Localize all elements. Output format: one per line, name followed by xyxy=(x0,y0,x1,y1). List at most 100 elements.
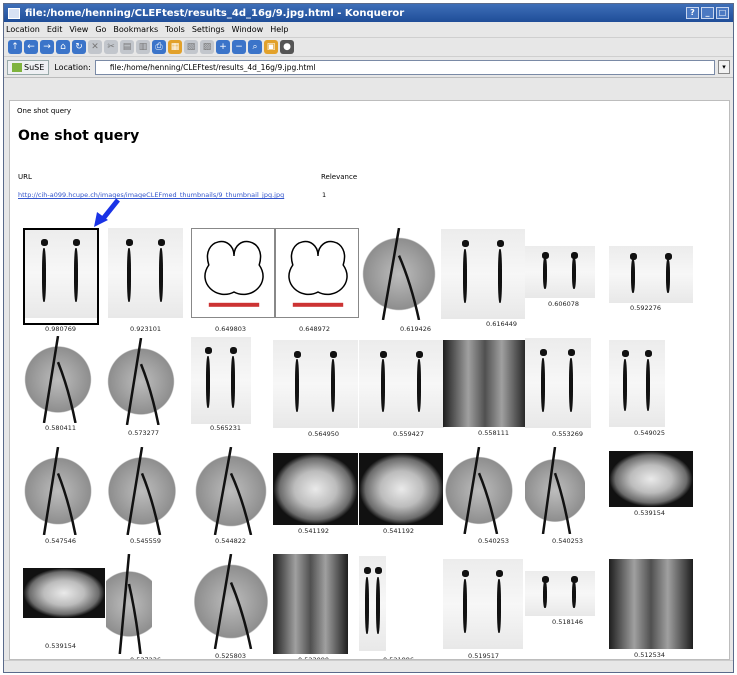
result-thumbnail-9[interactable] xyxy=(23,335,93,424)
konqueror-gear-icon[interactable]: ● xyxy=(280,40,294,54)
result-thumbnail-31[interactable] xyxy=(525,571,595,616)
reload-icon[interactable]: ↻ xyxy=(72,40,86,54)
suse-bookmark-button[interactable]: SuSE xyxy=(7,59,50,75)
result-thumbnail-30[interactable] xyxy=(443,559,523,649)
result-thumbnail-14[interactable] xyxy=(443,340,527,427)
result-thumbnail-21[interactable] xyxy=(359,453,444,525)
page-breadcrumb: One shot query xyxy=(17,107,72,115)
stop-icon[interactable]: ✕ xyxy=(88,40,102,54)
paste-icon[interactable]: ▥ xyxy=(136,40,150,54)
menu-location[interactable]: Location xyxy=(6,25,40,34)
result-thumbnail-18[interactable] xyxy=(106,446,178,536)
scan-body-mark xyxy=(416,359,421,413)
minimize-button[interactable]: _ xyxy=(701,7,714,19)
menu-view[interactable]: View xyxy=(69,25,88,34)
scan-body-mark xyxy=(542,257,547,289)
view-icon[interactable]: ▦ xyxy=(168,40,182,54)
zoom-out-icon[interactable]: − xyxy=(232,40,246,54)
result-thumbnail-13[interactable] xyxy=(359,340,444,428)
copy-icon[interactable]: ▤ xyxy=(120,40,134,54)
result-score-2: 0.923101 xyxy=(130,325,162,333)
result-score-21: 0.541192 xyxy=(383,527,415,535)
forward-icon[interactable]: → xyxy=(40,40,54,54)
lock-icon[interactable]: ▣ xyxy=(264,40,278,54)
result-thumbnail-4[interactable] xyxy=(275,228,359,318)
back-icon[interactable]: ← xyxy=(24,40,38,54)
url-input[interactable] xyxy=(94,59,715,75)
brain-diagram xyxy=(288,240,348,307)
query-image-link[interactable]: http://cih-a099.hcupe.ch/images/imageCLE… xyxy=(18,191,284,199)
result-score-11: 0.565231 xyxy=(210,424,242,432)
result-thumbnail-28[interactable] xyxy=(273,554,348,654)
up-icon[interactable]: ↑ xyxy=(8,40,22,54)
find-icon[interactable]: ⌕ xyxy=(248,40,262,54)
menu-edit[interactable]: Edit xyxy=(47,25,63,34)
vessel-lines xyxy=(118,553,142,655)
tree-view-icon[interactable]: ▧ xyxy=(184,40,198,54)
result-thumbnail-20[interactable] xyxy=(273,453,358,525)
result-thumbnail-19[interactable] xyxy=(191,446,271,536)
result-score-25: 0.539154 xyxy=(45,642,77,650)
cut-icon[interactable]: ✂ xyxy=(104,40,118,54)
scan-head-mark xyxy=(204,347,212,355)
result-thumbnail-10[interactable] xyxy=(106,337,176,426)
result-thumbnail-11[interactable] xyxy=(191,337,251,424)
vessel-lines xyxy=(213,446,253,536)
location-label: Location: xyxy=(54,62,91,72)
result-score-4: 0.648972 xyxy=(299,325,331,333)
vessel-lines xyxy=(125,337,160,426)
url-dropdown-button[interactable]: ▾ xyxy=(718,60,730,74)
query-relevance-value: 1 xyxy=(322,191,327,199)
brain-diagram xyxy=(204,240,264,307)
result-thumbnail-32[interactable] xyxy=(609,559,693,649)
result-thumbnail-12[interactable] xyxy=(273,340,358,428)
vessel-lines xyxy=(42,446,77,536)
page-title: One shot query xyxy=(18,128,140,144)
toolbar: ↑ ← → ⌂ ↻ ✕ ✂ ▤ ▥ ⎙ ▦ ▧ ▨ + − ⌕ ▣ ● xyxy=(4,38,733,57)
result-thumbnail-3[interactable] xyxy=(191,228,275,318)
result-thumbnail-5[interactable] xyxy=(359,227,439,321)
result-thumbnail-23[interactable] xyxy=(525,446,585,535)
result-score-16: 0.549025 xyxy=(634,429,666,437)
result-thumbnail-25[interactable] xyxy=(23,568,105,618)
menu-window[interactable]: Window xyxy=(232,25,264,34)
scan-body-mark xyxy=(646,359,651,412)
print-icon[interactable]: ⎙ xyxy=(152,40,166,54)
result-thumbnail-7[interactable] xyxy=(525,246,595,298)
result-thumbnail-29[interactable] xyxy=(359,556,386,651)
result-thumbnail-6[interactable] xyxy=(441,229,525,319)
result-score-22: 0.540253 xyxy=(478,537,510,545)
result-score-17: 0.547546 xyxy=(45,537,77,545)
scan-body-mark xyxy=(364,576,369,634)
result-score-20: 0.541192 xyxy=(298,527,330,535)
scan-head-mark xyxy=(568,348,576,356)
scan-body-mark xyxy=(231,356,235,409)
result-score-10: 0.573277 xyxy=(128,429,160,437)
title-bar[interactable]: file:/home/henning/CLEFtest/results_4d_1… xyxy=(4,4,733,22)
icon-view-icon[interactable]: ▨ xyxy=(200,40,214,54)
menu-help[interactable]: Help xyxy=(270,25,288,34)
result-thumbnail-8[interactable] xyxy=(609,246,693,303)
result-thumbnail-26[interactable] xyxy=(106,553,152,655)
result-thumbnail-22[interactable] xyxy=(443,446,515,535)
menu-bookmarks[interactable]: Bookmarks xyxy=(113,25,158,34)
scan-body-mark xyxy=(127,247,131,302)
result-thumbnail-27[interactable] xyxy=(191,553,271,650)
result-score-24: 0.539154 xyxy=(634,509,666,517)
help-button[interactable]: ? xyxy=(686,7,699,19)
scan-head-mark xyxy=(415,350,423,358)
scan-body-mark xyxy=(542,580,547,608)
maximize-button[interactable]: □ xyxy=(716,7,729,19)
scan-head-mark xyxy=(374,567,382,575)
result-thumbnail-15[interactable] xyxy=(525,338,591,428)
home-icon[interactable]: ⌂ xyxy=(56,40,70,54)
result-thumbnail-17[interactable] xyxy=(23,446,93,536)
menu-settings[interactable]: Settings xyxy=(192,25,225,34)
result-thumbnail-2[interactable] xyxy=(108,228,183,318)
menu-go[interactable]: Go xyxy=(95,25,106,34)
result-thumbnail-24[interactable] xyxy=(609,451,693,507)
vessel-lines xyxy=(541,446,572,535)
zoom-in-icon[interactable]: + xyxy=(216,40,230,54)
menu-tools[interactable]: Tools xyxy=(165,25,185,34)
result-thumbnail-16[interactable] xyxy=(609,340,665,427)
